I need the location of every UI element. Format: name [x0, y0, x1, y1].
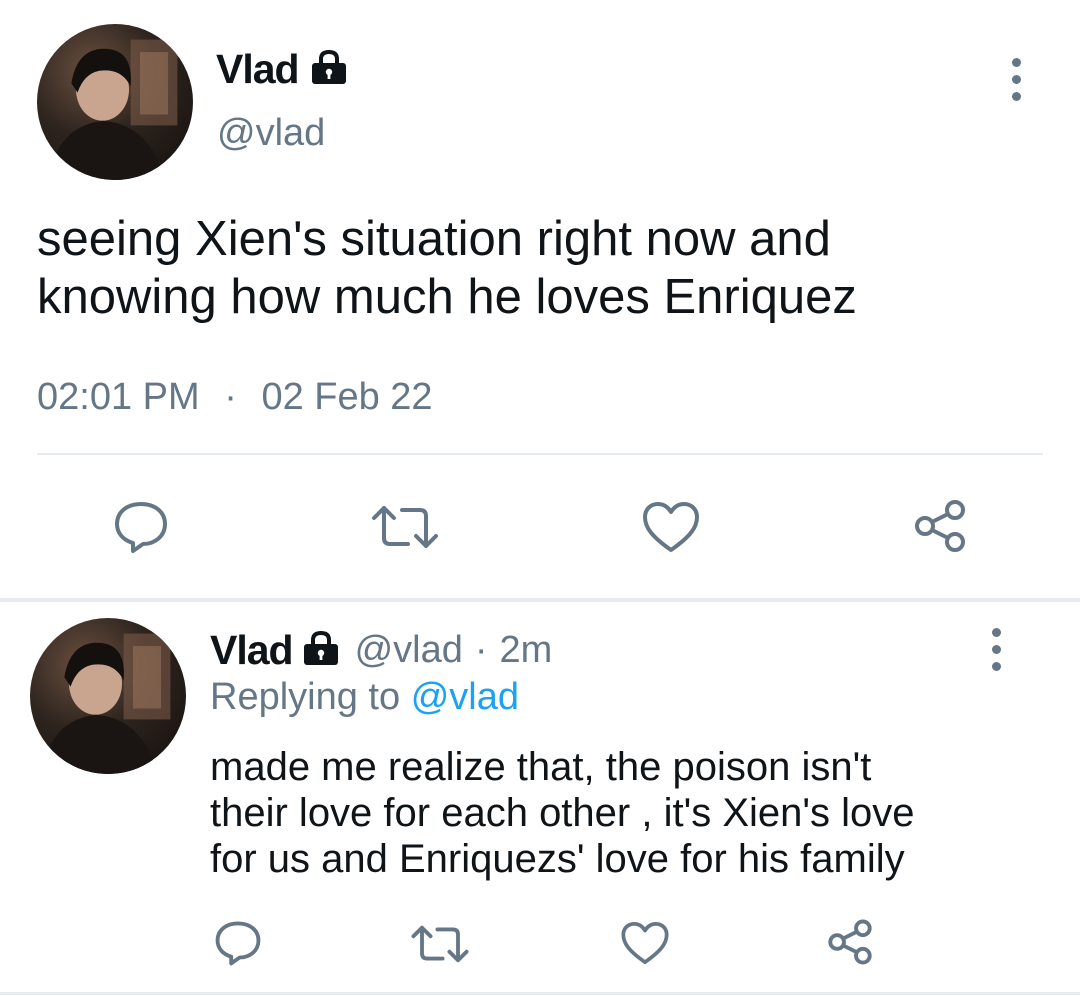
reply-icon — [115, 502, 167, 553]
reply-button[interactable] — [113, 500, 169, 554]
more-vertical-icon — [992, 628, 1001, 637]
tweet-text: seeing Xien's situation right now and kn… — [37, 210, 857, 326]
tweet-date: 02 Feb 22 — [261, 376, 433, 418]
reply-icon — [215, 921, 261, 966]
share-icon — [915, 500, 965, 552]
reply-text-line-1: made me realize that, the poison isn't — [210, 745, 872, 789]
tweet-time: 02:01 PM — [37, 376, 200, 418]
reply-more-button[interactable] — [992, 628, 1001, 671]
reply-display-name[interactable]: Vlad — [210, 627, 294, 674]
tweet-avatar[interactable] — [37, 24, 193, 180]
more-vertical-icon — [1012, 58, 1021, 67]
reply-text: made me realize that, the poison isn't t… — [210, 744, 915, 882]
tweet-time-separator: · — [224, 376, 237, 418]
replying-to-prefix: Replying to — [210, 676, 401, 718]
reply-avatar[interactable] — [30, 618, 186, 774]
replying-to: Replying to @vlad — [210, 676, 519, 719]
share-button[interactable] — [912, 498, 968, 554]
reply-bottom-divider — [0, 992, 1080, 995]
reply-header: Vlad @vlad · 2m — [210, 626, 552, 674]
reply-handle[interactable]: @vlad — [355, 629, 463, 672]
reply-share-button[interactable] — [826, 918, 874, 966]
reply-text-line-3: for us and Enriquezs' love for his famil… — [210, 837, 905, 881]
tweet-handle[interactable]: @vlad — [217, 112, 325, 155]
reply-retweet-button[interactable] — [410, 924, 470, 964]
retweet-button[interactable] — [370, 504, 440, 550]
share-icon — [828, 919, 872, 965]
reply-reply-button[interactable] — [214, 920, 262, 966]
retweet-icon — [372, 506, 438, 548]
reply-like-button[interactable] — [620, 920, 670, 966]
tweet-text-line-2: knowing how much he loves Enriquez — [37, 270, 857, 324]
tweet-thread-divider — [0, 598, 1080, 602]
retweet-icon — [411, 925, 469, 963]
heart-icon — [643, 502, 699, 552]
reply-age: 2m — [499, 628, 553, 671]
like-button[interactable] — [641, 500, 701, 554]
tweet-stats-divider — [37, 453, 1043, 455]
replying-to-handle-link[interactable]: @vlad — [411, 676, 519, 718]
reply-text-line-2: their love for each other , it's Xien's … — [210, 791, 915, 835]
lock-icon — [301, 630, 341, 671]
heart-icon — [621, 921, 669, 965]
lock-icon — [309, 49, 349, 90]
reply-separator: · — [474, 628, 488, 671]
tweet-timestamp[interactable]: 02:01 PM · 02 Feb 22 — [37, 376, 433, 419]
tweet-display-name[interactable]: Vlad — [216, 46, 300, 93]
tweet-more-button[interactable] — [1012, 58, 1021, 101]
tweet-text-line-1: seeing Xien's situation right now and — [37, 212, 831, 266]
